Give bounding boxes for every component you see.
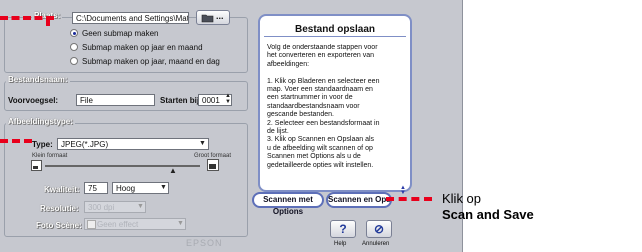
quality-slider-thumb[interactable]: ▲ [169,166,177,175]
small-file-icon [31,160,42,171]
resolution-dropdown-icon[interactable]: ▼ [137,203,144,210]
photo-scene-thumbnail-icon [87,220,96,229]
quality-label: Kwaliteit: [44,185,80,194]
radio-subfolder-year-month-label: Submap maken op jaar en maand [82,43,203,52]
photo-scene-dropdown-icon[interactable]: ▼ [177,220,184,227]
cancel-button-label: Annuleren [362,241,390,247]
prefix-label: Voorvoegsel: [8,96,59,105]
type-dropdown-icon[interactable]: ▼ [199,140,206,147]
radio-no-subfolder[interactable] [70,29,78,37]
callout-text-line2: Scan and Save [442,207,534,222]
resolution-value: 300 dpi [88,203,115,212]
photo-scene-select[interactable]: Geen effect [84,218,186,230]
help-question-icon: ? [339,222,347,236]
filename-group-label: Bestandsnaam: [6,75,70,84]
photo-scene-value: Geen effect [97,220,139,229]
help-title: Bestand opslaan [294,24,376,35]
callout-marker-location-tick [46,16,54,26]
start-number-spinner-icon[interactable]: ▲ ▼ [225,93,231,105]
help-body-text: Volg de onderstaande stappen voor het co… [267,44,380,169]
start-number-label: Starten bij: [160,96,202,105]
radio-subfolder-year-month-day[interactable] [70,57,78,65]
folder-icon [201,14,214,23]
photo-scene-label: Foto Scène: [36,221,82,230]
scan-and-save-button[interactable]: Scannen en Opslaan [326,192,392,208]
type-select[interactable]: JPEG(*.JPG) [57,138,209,150]
callout-marker-type [0,139,32,143]
help-button-label: Help [334,241,347,247]
large-file-icon [207,159,219,171]
location-path-field[interactable]: C:\Documents and Settings\Matsu\Mijn [72,12,189,24]
imagetype-group-label: Afbeeldingstype: [6,117,75,126]
start-number-value: 0001 [202,96,220,105]
type-select-value: JPEG(*.JPG) [61,140,109,149]
help-scroll-arrows-icon[interactable]: ▲ ▼ [400,185,406,196]
quality-value-input[interactable]: 75 [84,182,108,194]
browse-button[interactable]: ... [196,10,230,25]
help-divider [264,36,406,37]
small-size-label: Klein formaat [32,153,68,159]
cancel-button[interactable]: ⊘ [366,220,392,238]
help-button[interactable]: ? [330,220,356,238]
scan-with-options-button[interactable]: Scannen met Options [252,192,324,216]
prefix-input[interactable]: File [76,94,155,106]
epson-brand: EPSON [186,238,223,248]
radio-subfolder-year-month-day-label: Submap maken op jaar, maand en dag [82,57,220,66]
resolution-label: Resolutie: [40,204,79,213]
type-label: Type: [32,140,53,149]
quality-level-dropdown-icon[interactable]: ▼ [160,184,167,191]
cancel-icon: ⊘ [373,222,385,236]
radio-subfolder-year-month[interactable] [70,43,78,51]
callout-text-line1: Klik op [442,191,482,206]
browse-ellipsis: ... [216,11,224,21]
radio-no-subfolder-label: Geen submap maken [82,29,159,38]
callout-marker-scan-save [386,197,432,201]
quality-level-value: Hoog [116,184,136,193]
